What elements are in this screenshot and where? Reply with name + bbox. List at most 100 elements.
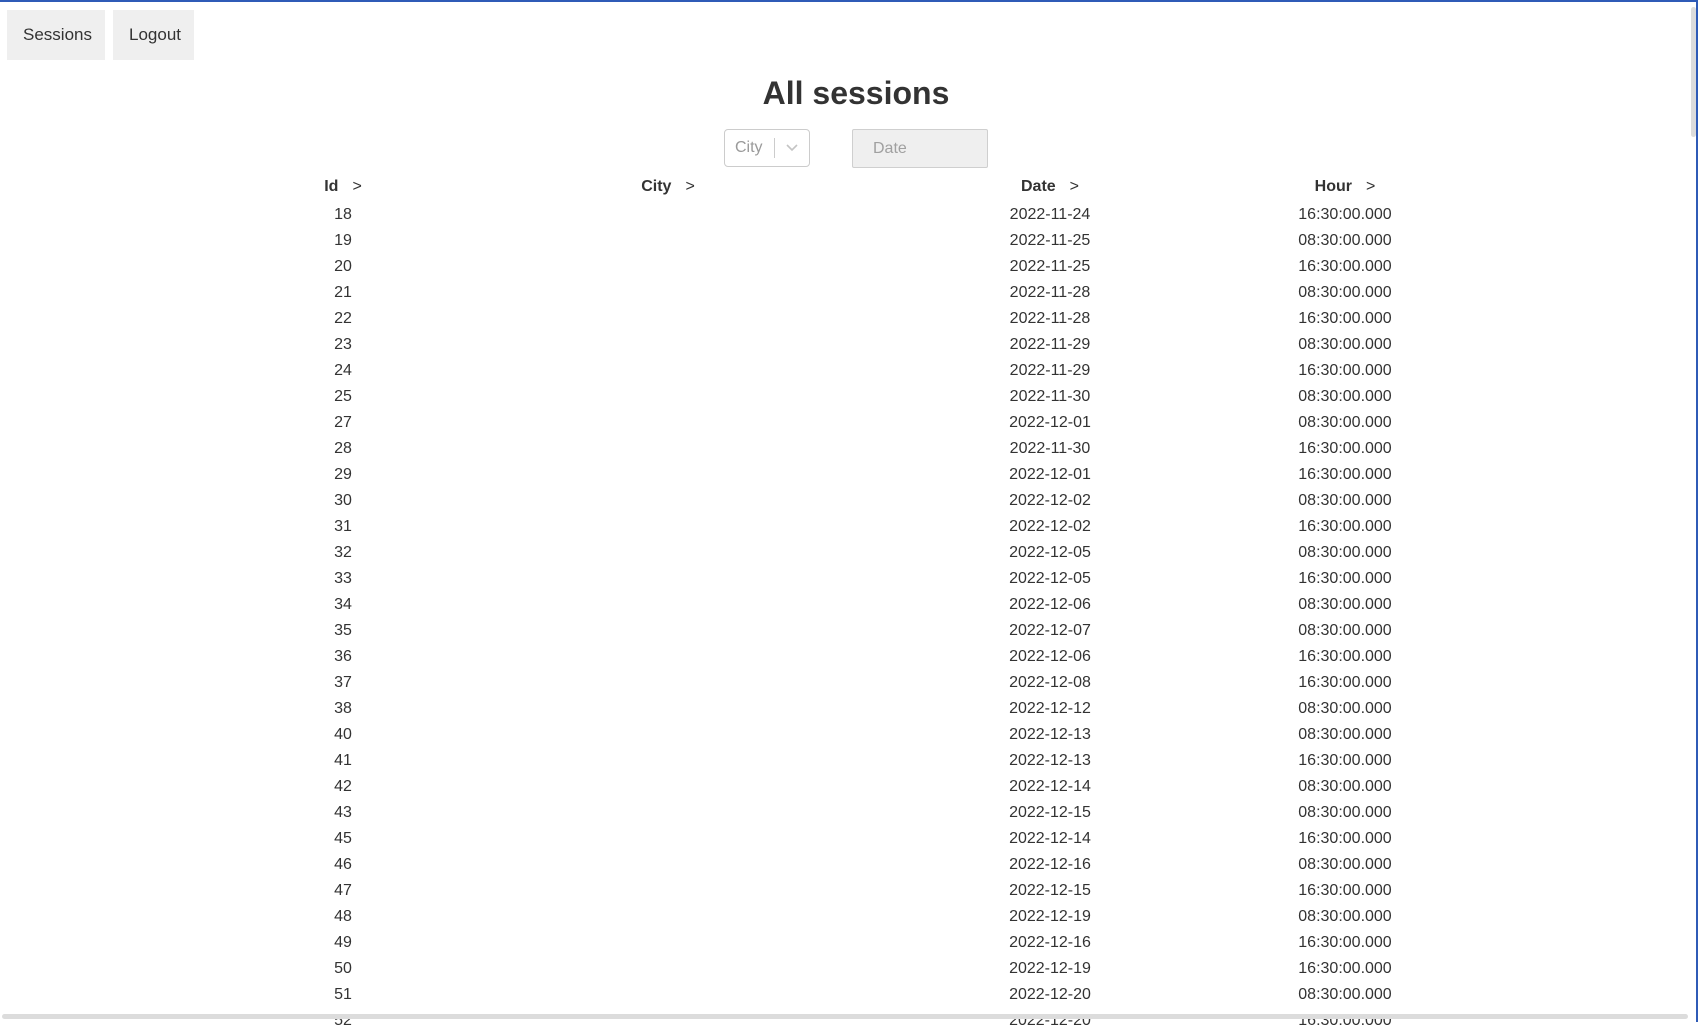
cell-city — [436, 618, 900, 644]
cell-date: 2022-12-05 — [1009, 570, 1091, 587]
date-filter-input[interactable] — [852, 129, 988, 168]
column-header-city[interactable]: City > — [436, 172, 900, 202]
table-row[interactable]: 21 2022-11-28 08:30:00.000 — [250, 280, 1490, 306]
column-header-hour[interactable]: Hour > — [1200, 172, 1490, 202]
cell-city — [436, 410, 900, 436]
cell-city — [436, 826, 900, 852]
cell-id: 21 — [334, 284, 352, 301]
cell-city — [436, 852, 900, 878]
cell-id: 20 — [334, 258, 352, 275]
page-title: All sessions — [762, 75, 950, 111]
table-row[interactable]: 32 2022-12-05 08:30:00.000 — [250, 540, 1490, 566]
vertical-scrollbar[interactable] — [1691, 7, 1696, 137]
cell-city — [436, 280, 900, 306]
table-row[interactable]: 40 2022-12-13 08:30:00.000 — [250, 722, 1490, 748]
sort-arrow-icon[interactable]: > — [685, 178, 694, 195]
cell-hour: 16:30:00.000 — [1298, 752, 1392, 769]
table-row[interactable]: 30 2022-12-02 08:30:00.000 — [250, 488, 1490, 514]
cell-date: 2022-11-25 — [1009, 258, 1091, 275]
table-row[interactable]: 24 2022-11-29 16:30:00.000 — [250, 358, 1490, 384]
cell-id: 34 — [334, 596, 352, 613]
table-row[interactable]: 22 2022-11-28 16:30:00.000 — [250, 306, 1490, 332]
cell-date: 2022-12-19 — [1009, 960, 1091, 977]
table-row[interactable]: 41 2022-12-13 16:30:00.000 — [250, 748, 1490, 774]
cell-id: 47 — [334, 882, 352, 899]
cell-city — [436, 566, 900, 592]
table-row[interactable]: 34 2022-12-06 08:30:00.000 — [250, 592, 1490, 618]
cell-id: 45 — [334, 830, 352, 847]
table-row[interactable]: 50 2022-12-19 16:30:00.000 — [250, 956, 1490, 982]
sort-arrow-icon[interactable]: > — [352, 178, 361, 195]
table-row[interactable]: 25 2022-11-30 08:30:00.000 — [250, 384, 1490, 410]
table-row[interactable]: 47 2022-12-15 16:30:00.000 — [250, 878, 1490, 904]
cell-city — [436, 332, 900, 358]
cell-hour: 16:30:00.000 — [1298, 882, 1392, 899]
table-row[interactable]: 36 2022-12-06 16:30:00.000 — [250, 644, 1490, 670]
table-row[interactable]: 43 2022-12-15 08:30:00.000 — [250, 800, 1490, 826]
cell-id: 41 — [334, 752, 352, 769]
logout-button[interactable]: Logout — [113, 10, 194, 60]
cell-hour: 16:30:00.000 — [1298, 934, 1392, 951]
table-row[interactable]: 52 2022-12-20 16:30:00.000 — [250, 1008, 1490, 1034]
table-row[interactable]: 23 2022-11-29 08:30:00.000 — [250, 332, 1490, 358]
column-header-id[interactable]: Id > — [250, 172, 436, 202]
sort-arrow-icon[interactable]: > — [1070, 178, 1079, 195]
cell-city — [436, 514, 900, 540]
cell-date: 2022-12-08 — [1009, 674, 1091, 691]
cell-date: 2022-12-05 — [1009, 544, 1091, 561]
table-row[interactable]: 31 2022-12-02 16:30:00.000 — [250, 514, 1490, 540]
sort-arrow-icon[interactable]: > — [1366, 178, 1375, 195]
cell-id: 22 — [334, 310, 352, 327]
table-row[interactable]: 20 2022-11-25 16:30:00.000 — [250, 254, 1490, 280]
table-row[interactable]: 37 2022-12-08 16:30:00.000 — [250, 670, 1490, 696]
cell-id: 43 — [334, 804, 352, 821]
table-row[interactable]: 19 2022-11-25 08:30:00.000 — [250, 228, 1490, 254]
table-header-row: Id > City > Date > Hour > — [250, 172, 1490, 202]
cell-hour: 08:30:00.000 — [1298, 804, 1392, 821]
table-row[interactable]: 38 2022-12-12 08:30:00.000 — [250, 696, 1490, 722]
cell-hour: 16:30:00.000 — [1298, 648, 1392, 665]
cell-date: 2022-12-13 — [1009, 726, 1091, 743]
filters-bar: City — [724, 129, 988, 168]
cell-id: 42 — [334, 778, 352, 795]
table-row[interactable]: 45 2022-12-14 16:30:00.000 — [250, 826, 1490, 852]
cell-date: 2022-11-30 — [1009, 440, 1091, 457]
cell-city — [436, 696, 900, 722]
table-row[interactable]: 27 2022-12-01 08:30:00.000 — [250, 410, 1490, 436]
table-row[interactable]: 46 2022-12-16 08:30:00.000 — [250, 852, 1490, 878]
table-row[interactable]: 35 2022-12-07 08:30:00.000 — [250, 618, 1490, 644]
cell-hour: 16:30:00.000 — [1298, 258, 1392, 275]
cell-hour: 08:30:00.000 — [1298, 388, 1392, 405]
column-header-date[interactable]: Date > — [900, 172, 1200, 202]
cell-date: 2022-12-02 — [1009, 518, 1091, 535]
sessions-button[interactable]: Sessions — [7, 10, 105, 60]
table-row[interactable]: 49 2022-12-16 16:30:00.000 — [250, 930, 1490, 956]
table-row[interactable]: 29 2022-12-01 16:30:00.000 — [250, 462, 1490, 488]
cell-hour: 08:30:00.000 — [1298, 986, 1392, 1003]
cell-city — [436, 748, 900, 774]
cell-date: 2022-12-14 — [1009, 778, 1091, 795]
table-row[interactable]: 48 2022-12-19 08:30:00.000 — [250, 904, 1490, 930]
cell-city — [436, 800, 900, 826]
table-row[interactable]: 33 2022-12-05 16:30:00.000 — [250, 566, 1490, 592]
cell-hour: 08:30:00.000 — [1298, 232, 1392, 249]
table-row[interactable]: 42 2022-12-14 08:30:00.000 — [250, 774, 1490, 800]
cell-date: 2022-12-06 — [1009, 596, 1091, 613]
cell-date: 2022-12-07 — [1009, 622, 1091, 639]
table-row[interactable]: 51 2022-12-20 08:30:00.000 — [250, 982, 1490, 1008]
cell-id: 51 — [334, 986, 352, 1003]
chevron-down-icon[interactable] — [775, 144, 809, 152]
table-row[interactable]: 18 2022-11-24 16:30:00.000 — [250, 202, 1490, 228]
cell-hour: 16:30:00.000 — [1298, 570, 1392, 587]
cell-date: 2022-11-25 — [1009, 232, 1091, 249]
cell-city — [436, 644, 900, 670]
cell-hour: 16:30:00.000 — [1298, 466, 1392, 483]
cell-city — [436, 462, 900, 488]
cell-id: 32 — [334, 544, 352, 561]
cell-date: 2022-11-29 — [1009, 362, 1091, 379]
horizontal-scrollbar[interactable] — [2, 1014, 1688, 1019]
city-filter-select[interactable]: City — [724, 129, 810, 167]
table-row[interactable]: 28 2022-11-30 16:30:00.000 — [250, 436, 1490, 462]
cell-id: 46 — [334, 856, 352, 873]
cell-date: 2022-11-28 — [1009, 284, 1091, 301]
